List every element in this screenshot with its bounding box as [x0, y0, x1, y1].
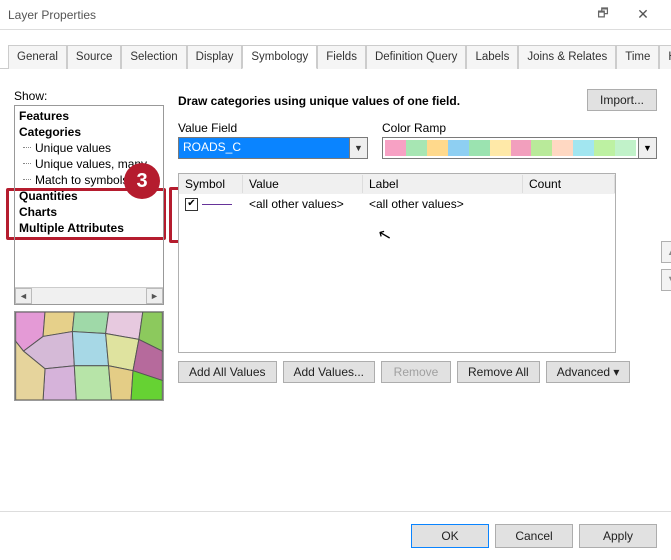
tree-item-categories[interactable]: Categories: [15, 124, 163, 140]
row-value: <all other values>: [243, 196, 363, 212]
grid-header-value[interactable]: Value: [243, 175, 363, 193]
advanced-button[interactable]: Advanced ▾: [546, 361, 631, 383]
row-count: [523, 203, 615, 205]
import-button[interactable]: Import...: [587, 89, 657, 111]
tab-symbology[interactable]: Symbology: [242, 45, 317, 69]
color-swatch: [448, 140, 469, 156]
apply-button[interactable]: Apply: [579, 524, 657, 548]
tree-item-features[interactable]: Features: [15, 108, 163, 124]
tab-fields[interactable]: Fields: [317, 45, 366, 69]
color-ramp-select[interactable]: ▼: [382, 137, 657, 159]
close-icon[interactable]: ✕: [623, 6, 663, 23]
tab-general[interactable]: General: [8, 45, 67, 69]
window-title: Layer Properties: [8, 8, 583, 22]
color-swatch: [469, 140, 490, 156]
tab-source[interactable]: Source: [67, 45, 121, 69]
color-ramp-swatches: [383, 138, 638, 158]
color-swatch: [615, 140, 636, 156]
tab-definition-query[interactable]: Definition Query: [366, 45, 466, 69]
tab-display[interactable]: Display: [187, 45, 243, 69]
show-tree: Features Categories Unique values Unique…: [14, 105, 164, 305]
show-label: Show:: [14, 89, 164, 103]
color-ramp-label: Color Ramp: [382, 121, 657, 135]
layer-preview: [14, 311, 164, 401]
tree-item-unique-values[interactable]: Unique values: [15, 140, 163, 156]
add-values-button[interactable]: Add Values...: [283, 361, 376, 383]
color-swatch: [573, 140, 594, 156]
scroll-right-icon[interactable]: ►: [146, 288, 163, 304]
color-swatch: [385, 140, 406, 156]
color-swatch: [594, 140, 615, 156]
tab-strip: General Source Selection Display Symbolo…: [0, 30, 671, 69]
grid-header: Symbol Value Label Count: [179, 174, 615, 194]
color-swatch: [490, 140, 511, 156]
tab-selection[interactable]: Selection: [121, 45, 186, 69]
dialog-separator: [0, 511, 671, 512]
grid-header-count[interactable]: Count: [523, 175, 615, 193]
add-all-values-button[interactable]: Add All Values: [178, 361, 277, 383]
value-field-select[interactable]: ROADS_C ▼: [178, 137, 368, 159]
color-swatch: [531, 140, 552, 156]
remove-button[interactable]: Remove: [381, 361, 451, 383]
move-down-button[interactable]: ▼: [661, 269, 671, 291]
grid-header-symbol[interactable]: Symbol: [179, 175, 243, 193]
value-field-value: ROADS_C: [179, 138, 349, 158]
tab-html-popup[interactable]: HTML Popup: [659, 45, 671, 69]
scroll-left-icon[interactable]: ◄: [15, 288, 32, 304]
color-swatch: [552, 140, 573, 156]
ok-button[interactable]: OK: [411, 524, 489, 548]
tree-item-charts[interactable]: Charts: [15, 204, 163, 220]
row-checkbox[interactable]: ✔: [185, 198, 198, 211]
cancel-button[interactable]: Cancel: [495, 524, 573, 548]
help-icon[interactable]: 🗗: [583, 4, 623, 25]
symbol-grid: Symbol Value Label Count ✔ <all other va…: [178, 173, 616, 353]
row-label: <all other values>: [363, 196, 523, 212]
color-swatch: [511, 140, 532, 156]
scroll-track[interactable]: [32, 288, 146, 304]
remove-all-button[interactable]: Remove All: [457, 361, 540, 383]
table-row[interactable]: ✔ <all other values> <all other values>: [179, 194, 615, 214]
step-badge: 3: [124, 163, 160, 199]
tree-scrollbar[interactable]: ◄ ►: [15, 287, 163, 304]
window-titlebar: Layer Properties 🗗 ✕: [0, 0, 671, 30]
chevron-down-icon[interactable]: ▼: [349, 138, 367, 158]
color-swatch: [427, 140, 448, 156]
chevron-down-icon[interactable]: ▼: [638, 138, 656, 158]
tab-joins-relates[interactable]: Joins & Relates: [518, 45, 616, 69]
value-field-label: Value Field: [178, 121, 368, 135]
tree-item-multiple-attributes[interactable]: Multiple Attributes: [15, 220, 163, 236]
tab-time[interactable]: Time: [616, 45, 659, 69]
color-swatch: [406, 140, 427, 156]
move-up-button[interactable]: ▲: [661, 241, 671, 263]
description-text: Draw categories using unique values of o…: [178, 92, 587, 108]
row-symbol-line: [202, 204, 232, 205]
grid-header-label[interactable]: Label: [363, 175, 523, 193]
tab-labels[interactable]: Labels: [466, 45, 518, 69]
